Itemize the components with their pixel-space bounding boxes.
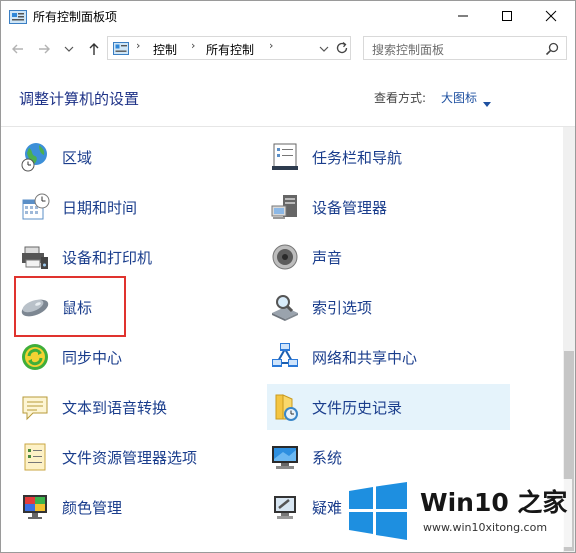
taskbar-icon <box>267 139 303 175</box>
calendar-clock-icon <box>17 189 53 225</box>
navigation-bar: › 控制 › 所有控制 › 搜索控制面板 <box>1 32 575 65</box>
item-device-manager[interactable]: 设备管理器 <box>267 184 510 230</box>
breadcrumb-all-control[interactable]: 所有控制 <box>206 41 254 58</box>
item-text-to-speech-label: 文本到语音转换 <box>62 398 168 417</box>
item-date-time[interactable]: 日期和时间 <box>17 184 247 230</box>
item-indexing-options-label: 索引选项 <box>312 298 373 317</box>
speech-bubble-icon <box>17 389 53 425</box>
item-sync-center-label: 同步中心 <box>62 348 123 367</box>
search-icon[interactable] <box>544 41 560 57</box>
item-sync-center[interactable]: 同步中心 <box>17 334 247 380</box>
item-system-label: 系统 <box>312 448 343 467</box>
minimize-icon <box>458 15 468 17</box>
highlight-box <box>14 276 126 337</box>
minimize-button[interactable] <box>441 1 485 31</box>
item-system[interactable]: 系统 <box>267 434 510 480</box>
back-button[interactable] <box>9 40 27 58</box>
item-network-sharing-label: 网络和共享中心 <box>312 348 418 367</box>
control-panel-icon <box>9 9 27 24</box>
file-history-icon <box>267 389 303 425</box>
item-region-label: 区域 <box>62 148 93 167</box>
troubleshoot-icon <box>267 489 303 525</box>
watermark-title: Win10 之家 <box>420 488 568 517</box>
item-file-explorer-options[interactable]: 文件资源管理器选项 <box>17 434 247 480</box>
forward-button[interactable] <box>35 40 53 58</box>
breadcrumb-control[interactable]: 控制 <box>153 41 177 58</box>
system-monitor-icon <box>267 439 303 475</box>
close-icon <box>545 10 557 22</box>
recent-locations-button[interactable] <box>60 40 78 58</box>
printer-icon <box>17 239 53 275</box>
item-file-history[interactable]: 文件历史记录 <box>267 384 510 430</box>
back-arrow-icon <box>12 44 23 54</box>
item-color-management[interactable]: 颜色管理 <box>17 484 247 530</box>
watermark: Win10 之家 www.win10xitong.com <box>344 479 572 547</box>
view-by-dropdown[interactable]: 大图标 <box>441 89 477 106</box>
breadcrumb-separator: › <box>191 39 196 52</box>
item-indexing-options[interactable]: 索引选项 <box>267 284 510 330</box>
header-divider <box>1 126 575 127</box>
item-date-time-label: 日期和时间 <box>62 198 138 217</box>
up-button[interactable] <box>85 40 103 58</box>
page-title: 调整计算机的设置 <box>19 90 140 108</box>
windows-logo-icon <box>347 482 409 540</box>
item-file-history-label: 文件历史记录 <box>312 398 403 417</box>
close-button[interactable] <box>529 1 573 31</box>
globe-clock-icon <box>17 139 53 175</box>
search-field[interactable]: 搜索控制面板 <box>363 36 567 60</box>
device-manager-icon <box>267 189 303 225</box>
title-bar[interactable]: 所有控制面板项 <box>1 1 575 32</box>
view-by-label: 查看方式: <box>374 91 427 105</box>
search-placeholder: 搜索控制面板 <box>372 43 445 57</box>
maximize-button[interactable] <box>485 1 529 31</box>
control-panel-window: 所有控制面板项 › 控制 › 所有控制 › 搜索控制面板 调整计算机的设置 查看… <box>0 0 576 553</box>
item-devices-printers-label: 设备和打印机 <box>62 248 153 267</box>
address-bar[interactable]: › 控制 › 所有控制 › <box>107 36 351 60</box>
caret-down-icon[interactable] <box>483 93 491 107</box>
breadcrumb-separator: › <box>136 39 141 52</box>
item-taskbar-navigation[interactable]: 任务栏和导航 <box>267 134 510 180</box>
breadcrumb-separator: › <box>269 39 274 52</box>
refresh-icon[interactable] <box>334 40 350 56</box>
network-icon <box>267 339 303 375</box>
index-search-icon <box>267 289 303 325</box>
item-sound[interactable]: 声音 <box>267 234 510 280</box>
folder-options-icon <box>17 439 53 475</box>
item-color-management-label: 颜色管理 <box>62 498 123 517</box>
item-device-manager-label: 设备管理器 <box>312 198 388 217</box>
up-arrow-icon <box>89 43 99 55</box>
item-network-sharing[interactable]: 网络和共享中心 <box>267 334 510 380</box>
color-management-icon <box>17 489 53 525</box>
item-region[interactable]: 区域 <box>17 134 247 180</box>
sync-icon <box>17 339 53 375</box>
item-troubleshooting-label: 疑难 <box>312 498 343 517</box>
address-history-icon[interactable] <box>317 41 331 55</box>
control-panel-icon <box>113 41 129 55</box>
maximize-icon <box>502 11 512 21</box>
item-text-to-speech[interactable]: 文本到语音转换 <box>17 384 247 430</box>
chevron-down-icon <box>64 46 74 52</box>
item-file-explorer-options-label: 文件资源管理器选项 <box>62 448 198 467</box>
item-taskbar-navigation-label: 任务栏和导航 <box>312 148 403 167</box>
item-sound-label: 声音 <box>312 248 343 267</box>
speaker-icon <box>267 239 303 275</box>
watermark-url: www.win10xitong.com <box>423 521 548 534</box>
forward-arrow-icon <box>39 44 50 54</box>
window-title: 所有控制面板项 <box>33 10 118 24</box>
item-devices-printers[interactable]: 设备和打印机 <box>17 234 247 280</box>
